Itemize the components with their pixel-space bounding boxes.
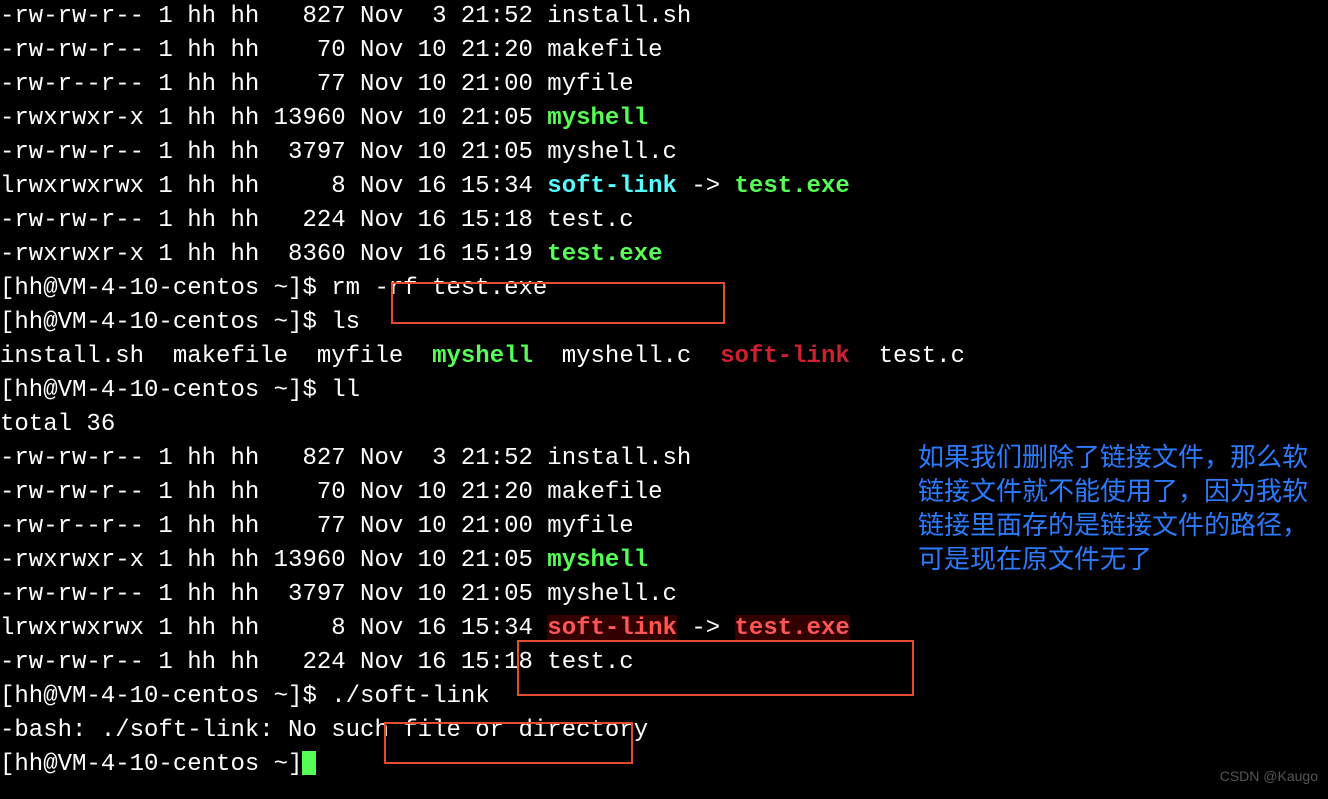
cursor xyxy=(302,751,316,775)
watermark: CSDN @Kaugo xyxy=(1220,759,1318,793)
terminal-output[interactable]: -rw-rw-r-- 1 hh hh 827 Nov 3 21:52 insta… xyxy=(0,0,1328,782)
annotation-text: 如果我们删除了链接文件，那么软链接文件就不能使用了，因为我软链接里面存的是链接文… xyxy=(918,440,1308,576)
